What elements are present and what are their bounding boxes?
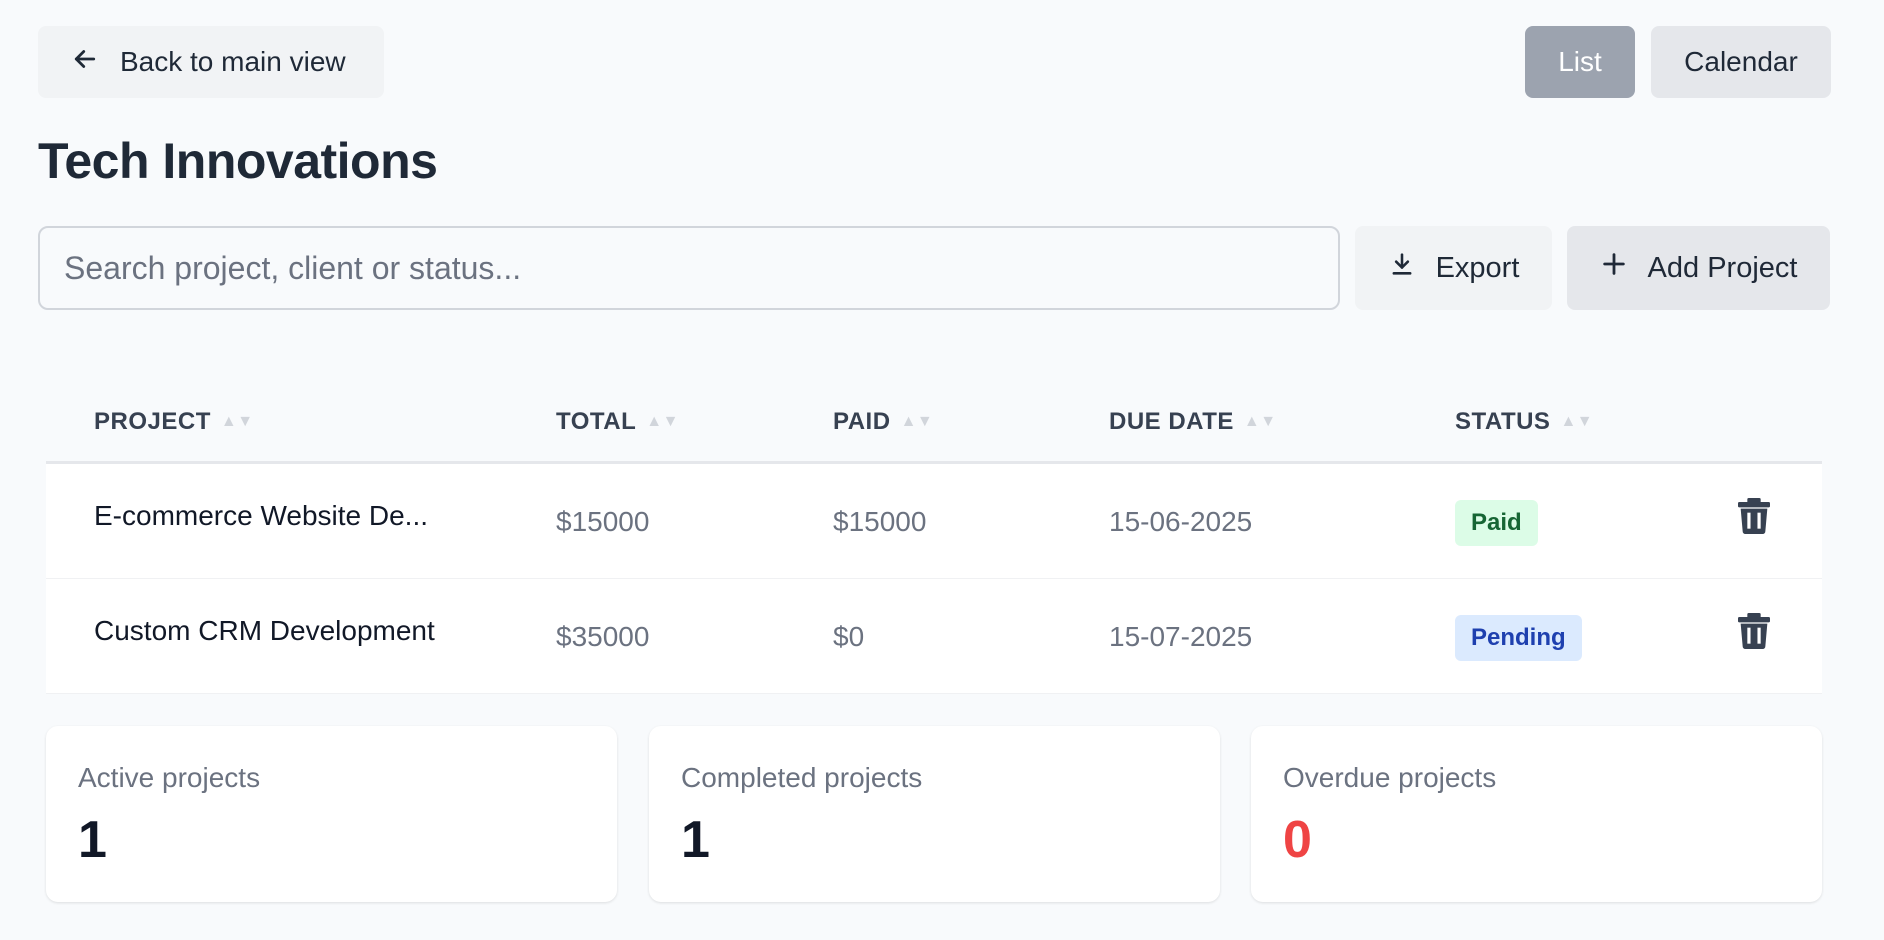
back-label: Back to main view bbox=[120, 46, 346, 77]
column-header-status[interactable]: STATUS ▲▼ bbox=[1455, 408, 1593, 436]
plus-icon bbox=[1600, 250, 1628, 286]
stat-value: 1 bbox=[681, 811, 710, 869]
column-header-total[interactable]: TOTAL ▲▼ bbox=[556, 408, 679, 436]
list-view-button[interactable]: List bbox=[1525, 26, 1635, 98]
sort-icon: ▲▼ bbox=[1560, 413, 1594, 430]
calendar-view-button[interactable]: Calendar bbox=[1651, 26, 1831, 98]
column-header-project[interactable]: PROJECT ▲▼ bbox=[94, 408, 254, 436]
paid-amount: $15000 bbox=[833, 506, 927, 537]
sort-icon: ▲▼ bbox=[220, 413, 254, 430]
page-title: Tech Innovations bbox=[38, 133, 438, 189]
projects-table: PROJECT ▲▼ TOTAL ▲▼ PAID ▲▼ DUE DATE ▲▼ … bbox=[46, 386, 1822, 694]
trash-icon[interactable] bbox=[1738, 613, 1770, 649]
total-amount: $15000 bbox=[556, 506, 650, 537]
overdue-projects-card: Overdue projects 0 bbox=[1251, 726, 1822, 902]
status-badge: Paid bbox=[1455, 500, 1538, 546]
column-header-due-date[interactable]: DUE DATE ▲▼ bbox=[1109, 408, 1277, 436]
stat-label: Active projects bbox=[78, 762, 261, 793]
download-icon bbox=[1388, 250, 1416, 286]
column-label: PAID bbox=[833, 408, 891, 435]
due-date: 15-07-2025 bbox=[1109, 621, 1253, 652]
due-date: 15-06-2025 bbox=[1109, 506, 1253, 537]
column-header-paid[interactable]: PAID ▲▼ bbox=[833, 408, 933, 436]
table-row[interactable]: E-commerce Website De... $15000 $15000 1… bbox=[46, 464, 1822, 579]
sort-icon: ▲▼ bbox=[646, 413, 679, 430]
sort-icon: ▲▼ bbox=[900, 413, 934, 430]
completed-projects-card: Completed projects 1 bbox=[649, 726, 1220, 902]
table-header: PROJECT ▲▼ TOTAL ▲▼ PAID ▲▼ DUE DATE ▲▼ … bbox=[46, 386, 1822, 464]
stat-value: 1 bbox=[78, 811, 107, 869]
add-project-button[interactable]: Add Project bbox=[1567, 226, 1830, 310]
add-project-label: Add Project bbox=[1647, 251, 1798, 284]
sort-icon: ▲▼ bbox=[1243, 413, 1277, 430]
trash-icon[interactable] bbox=[1738, 498, 1770, 534]
total-amount: $35000 bbox=[556, 621, 650, 652]
column-label: PROJECT bbox=[94, 408, 211, 435]
projects-page: Back to main view List Calendar Tech Inn… bbox=[0, 0, 1884, 940]
stat-label: Overdue projects bbox=[1283, 762, 1497, 793]
project-name: Custom CRM Development bbox=[94, 615, 435, 646]
active-projects-card: Active projects 1 bbox=[46, 726, 617, 902]
search-input[interactable] bbox=[38, 226, 1340, 310]
project-name: E-commerce Website De... bbox=[94, 500, 429, 531]
export-button[interactable]: Export bbox=[1355, 226, 1552, 310]
column-label: STATUS bbox=[1455, 408, 1551, 435]
back-to-main-button[interactable]: Back to main view bbox=[38, 26, 384, 98]
export-label: Export bbox=[1435, 251, 1520, 284]
arrow-left-icon bbox=[70, 44, 100, 81]
status-badge: Pending bbox=[1455, 615, 1582, 661]
column-label: DUE DATE bbox=[1109, 408, 1234, 435]
stat-value: 0 bbox=[1283, 811, 1312, 869]
column-label: TOTAL bbox=[556, 408, 637, 435]
table-row[interactable]: Custom CRM Development $35000 $0 15-07-2… bbox=[46, 579, 1822, 694]
view-toggle: List Calendar bbox=[1525, 26, 1831, 98]
stat-label: Completed projects bbox=[681, 762, 923, 793]
paid-amount: $0 bbox=[833, 621, 865, 652]
